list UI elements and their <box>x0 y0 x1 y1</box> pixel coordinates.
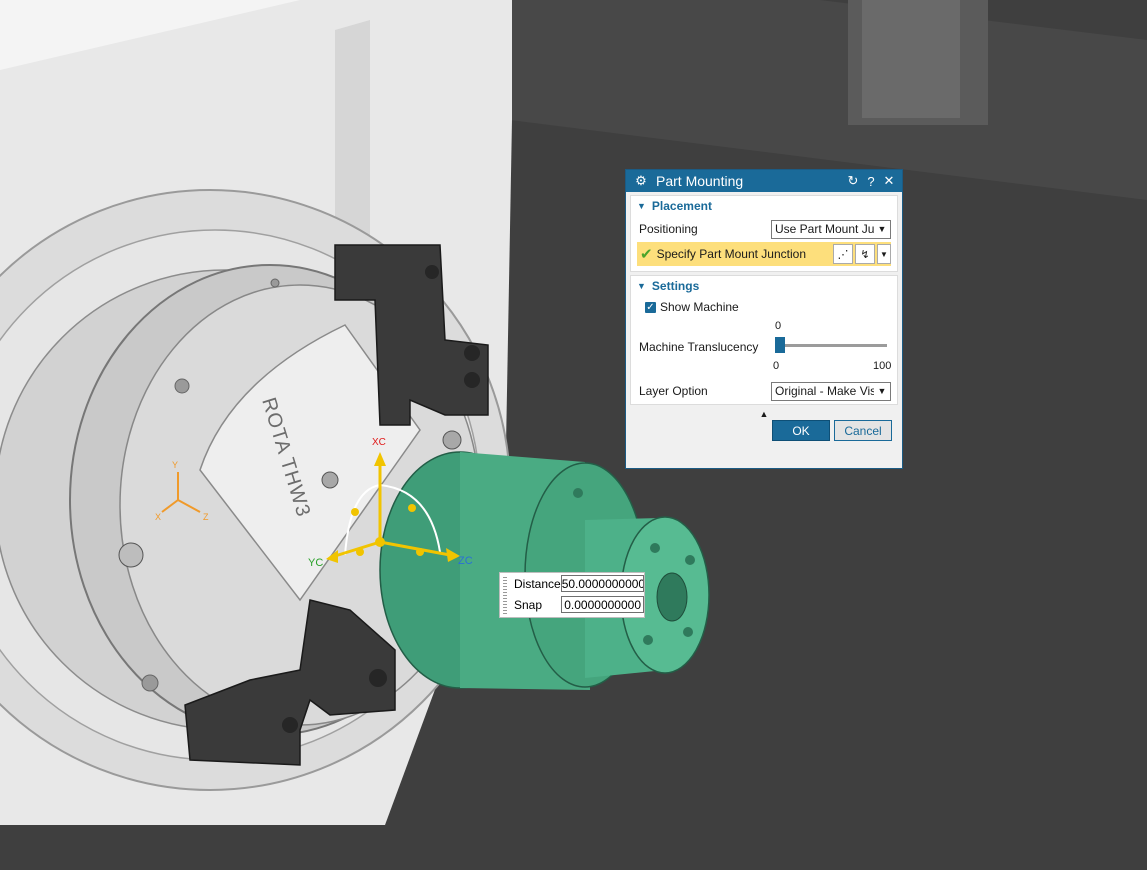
bolt-hole <box>685 555 695 565</box>
positioning-value: Use Part Mount Junction <box>775 222 874 236</box>
dropdown-arrow-icon[interactable]: ▼ <box>874 224 890 234</box>
chuck-hole <box>321 471 339 489</box>
jaw-hole <box>425 265 439 279</box>
rotate-handle[interactable] <box>408 504 416 512</box>
slider-max-label: 100 <box>873 360 892 372</box>
rotate-handle[interactable] <box>416 548 424 556</box>
distance-input[interactable]: 50.0000000000 <box>560 575 644 592</box>
layer-option-select[interactable]: Original - Make Visible ▼ <box>771 381 891 401</box>
close-icon[interactable]: ✕ <box>880 173 898 189</box>
translucency-slider-track[interactable] <box>777 344 887 347</box>
placement-section: ▼ Placement Positioning Use Part Mount J… <box>630 195 898 272</box>
jaw-hole <box>464 372 480 388</box>
workpiece-bore <box>656 572 688 622</box>
placement-header[interactable]: ▼ Placement <box>631 196 897 216</box>
csys-axes-icon[interactable]: ↯ <box>855 244 875 264</box>
specify-part-mount-junction-row[interactable]: ✔ Specify Part Mount Junction ⋰ ↯ ▼ <box>637 242 891 266</box>
show-machine-checkbox[interactable]: ✓ Show Machine <box>631 296 897 316</box>
onscreen-input-box: Distance 50.0000000000 Snap 0.0000000000 <box>499 572 645 618</box>
drag-grip-icon[interactable] <box>503 577 507 615</box>
chuck-hole <box>141 674 159 692</box>
jaw-hole <box>282 717 298 733</box>
specify-label: Specify Part Mount Junction <box>656 247 806 261</box>
distance-row: Distance 50.0000000000 <box>500 573 644 594</box>
slider-current-value: 0 <box>775 320 782 332</box>
dialog-buttons: OK Cancel <box>626 420 902 441</box>
bolt-hole <box>643 635 653 645</box>
layer-option-label: Layer Option <box>639 384 708 398</box>
bolt-hole <box>683 627 693 637</box>
collapse-arrow-icon[interactable]: ▼ <box>637 281 646 291</box>
jaw-hole <box>464 345 480 361</box>
graphics-viewport[interactable]: ROTA THW3 XC ZC YC Y Z X <box>0 0 1147 870</box>
checkmark-icon: ✔ <box>640 246 653 263</box>
positioning-select[interactable]: Use Part Mount Junction ▼ <box>771 219 891 239</box>
machine-block-right-face <box>862 0 960 118</box>
reset-icon[interactable]: ↻ <box>844 173 862 189</box>
snap-row: Snap 0.0000000000 <box>500 594 644 615</box>
rotate-handle[interactable] <box>356 548 364 556</box>
help-icon[interactable]: ? <box>862 174 880 189</box>
dialog-title: Part Mounting <box>656 173 744 189</box>
translucency-row: 0 Machine Translucency 0 100 <box>631 316 897 374</box>
cancel-button[interactable]: Cancel <box>834 420 892 441</box>
placement-header-label: Placement <box>651 199 712 213</box>
chuck-hole <box>118 542 144 568</box>
positioning-row: Positioning Use Part Mount Junction ▼ <box>631 216 897 242</box>
jaw-hole <box>369 669 387 687</box>
layer-option-row: Layer Option Original - Make Visible ▼ <box>631 378 897 404</box>
gear-icon: ⚙ <box>635 173 647 188</box>
rotate-handle[interactable] <box>351 508 359 516</box>
distance-label: Distance <box>514 576 561 591</box>
dropdown-arrow-icon[interactable]: ▼ <box>874 386 890 396</box>
checkbox-checked-icon[interactable]: ✓ <box>645 301 656 313</box>
show-machine-label: Show Machine <box>660 300 739 314</box>
bolt-hole <box>573 488 583 498</box>
slider-min-label: 0 <box>773 360 780 372</box>
expand-more-icon[interactable]: ▲ <box>626 408 902 420</box>
translucency-slider-thumb[interactable] <box>775 337 785 353</box>
settings-header-label: Settings <box>651 279 700 293</box>
settings-header[interactable]: ▼ Settings <box>631 276 897 296</box>
dialog-title-bar[interactable]: ⚙ Part Mounting ↻ ? ✕ <box>626 170 902 192</box>
ok-button[interactable]: OK <box>772 420 830 441</box>
snap-input[interactable]: 0.0000000000 <box>560 596 644 613</box>
layer-option-value: Original - Make Visible <box>775 384 874 398</box>
dropdown-arrow-icon[interactable]: ▼ <box>877 244 891 264</box>
axis-label-z: ZC <box>458 555 473 567</box>
triad-label-y: Y <box>172 460 178 470</box>
part-mounting-dialog: ⚙ Part Mounting ↻ ? ✕ ▼ Placement Positi… <box>625 169 903 469</box>
bolt-hole <box>650 543 660 553</box>
manipulator-origin[interactable] <box>375 537 385 547</box>
snap-label: Snap <box>514 597 543 612</box>
translucency-label: Machine Translucency <box>639 340 759 354</box>
csys-dialog-icon[interactable]: ⋰ <box>833 244 853 264</box>
positioning-label: Positioning <box>639 222 698 236</box>
axis-label-y: YC <box>308 557 323 569</box>
axis-label-x: XC <box>372 437 386 448</box>
collapse-arrow-icon[interactable]: ▼ <box>637 201 646 211</box>
chuck-hole <box>174 378 190 394</box>
triad-label-z: Z <box>203 512 209 522</box>
triad-label-x: X <box>155 512 161 522</box>
settings-section: ▼ Settings ✓ Show Machine 0 Machine Tran… <box>630 275 898 405</box>
chuck-hole <box>270 278 280 288</box>
chuck-hole <box>442 430 462 450</box>
